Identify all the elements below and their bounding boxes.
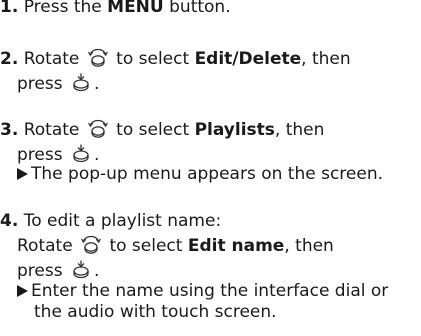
step-text: Rotate [23,120,85,140]
result-text: Enter the name using the interface dial … [31,281,389,301]
result-arrow-icon [17,168,28,180]
step-4-result-line-1: Enter the name using the interface dial … [17,281,388,301]
step-text: button. [163,0,231,17]
step-4-line-3: press . [17,259,100,281]
step-text: press [17,74,68,94]
interface-dial-press-icon [70,72,92,92]
step-text: Rotate [23,49,85,69]
step-2-line-1: 2. Rotate to select Edit/Delete, then [0,47,351,69]
step-1-line: 1. Press the MENU button. [0,0,231,17]
step-text: , then [284,236,334,256]
step-text: . [93,74,100,94]
step-text: . [93,145,100,165]
menu-button-label: MENU [107,0,164,17]
step-3-line-1: 3. Rotate to select Playlists, then [0,118,325,140]
step-text: , then [274,120,325,140]
step-4-line-1: 4. To edit a playlist name: [0,211,221,231]
interface-dial-rotate-icon [87,47,109,67]
step-text: to select [104,236,188,256]
step-text: to select [110,49,195,69]
menu-option-label: Playlists [194,120,275,140]
step-text: , then [301,49,351,69]
result-text: The pop-up menu appears on the screen. [31,164,384,184]
step-text: press [17,261,68,281]
interface-dial-press-icon [70,143,92,163]
menu-option-label: Edit/Delete [194,49,302,69]
interface-dial-press-icon [70,259,92,279]
step-4-result-line-2: the audio with touch screen. [34,302,277,322]
step-number: 2. [0,49,19,69]
interface-dial-rotate-icon [87,118,109,138]
result-arrow-icon [17,285,28,297]
step-number: 3. [0,120,19,140]
step-number: 1. [0,0,19,17]
step-number: 4. [0,211,19,231]
interface-dial-rotate-icon [80,234,102,254]
step-3-result: The pop-up menu appears on the screen. [17,164,383,184]
step-text: Press the [23,0,108,17]
step-text: press [17,145,68,165]
step-text: to select [110,120,195,140]
step-text: . [93,261,100,281]
step-4-line-2: Rotate to select Edit name, then [17,234,334,256]
step-text: Rotate [17,236,79,256]
step-3-line-2: press . [17,143,100,165]
step-text: To edit a playlist name: [23,211,222,231]
step-2-line-2: press . [17,72,100,94]
menu-option-label: Edit name [187,236,285,256]
result-text: the audio with touch screen. [34,302,277,322]
